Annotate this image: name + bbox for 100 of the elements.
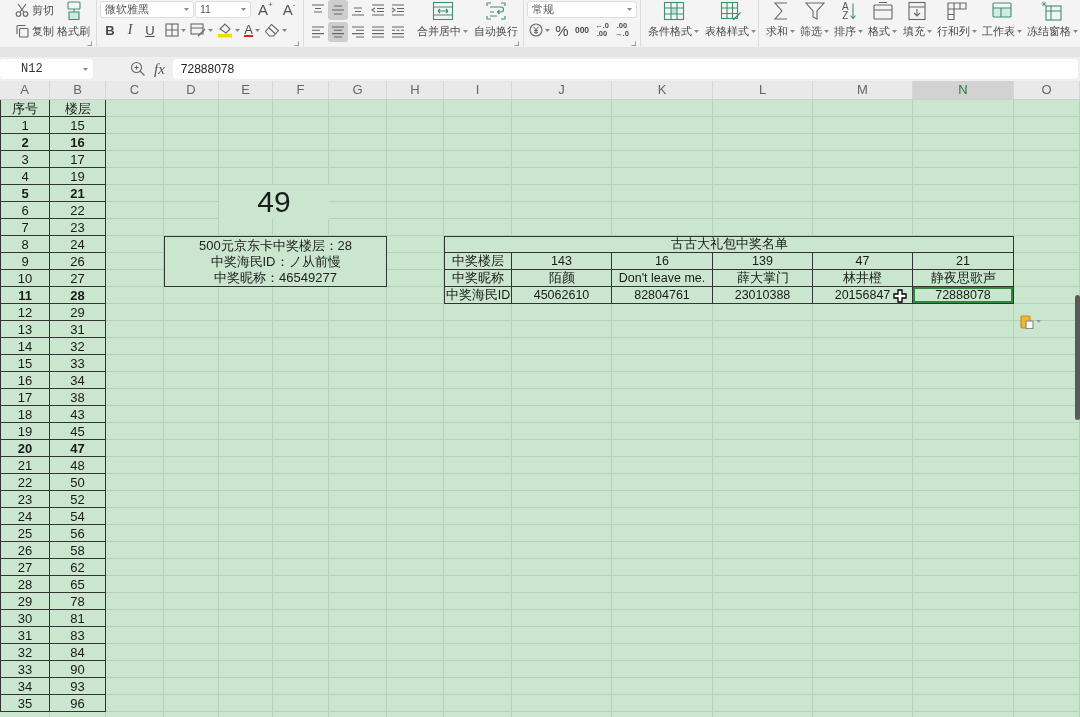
table-cell: 81	[50, 610, 106, 627]
cursor-icon	[893, 289, 907, 303]
table-cell: 56	[50, 525, 106, 542]
table-cell: 4	[0, 168, 50, 185]
merge-center-button[interactable]: 合并居中	[414, 0, 471, 41]
table-cell: 78	[50, 593, 106, 610]
align-middle-icon	[331, 4, 345, 16]
freeze-panes-icon	[1041, 1, 1064, 21]
table-cell: 静夜思歌声	[913, 270, 1014, 287]
table-cell: 1	[0, 117, 50, 134]
column-header[interactable]: I	[444, 81, 512, 99]
table-cell: 15	[0, 355, 50, 372]
table-cell: 21	[50, 185, 106, 202]
table-cell: 45062610	[512, 287, 612, 304]
font-size-field[interactable]: 11	[195, 1, 251, 18]
column-header[interactable]: J	[512, 81, 612, 99]
table-cell: 33	[50, 355, 106, 372]
table-cell: 50	[50, 474, 106, 491]
table-cell: 20156847	[813, 287, 913, 304]
table-cell: 26	[0, 542, 50, 559]
bold-button[interactable]: B	[100, 20, 120, 40]
table-cell: 22	[0, 474, 50, 491]
paint-bucket-icon	[217, 22, 233, 38]
borders-button[interactable]	[163, 20, 188, 40]
table-cell: 62	[50, 559, 106, 576]
column-header[interactable]: G	[329, 81, 387, 99]
table-cell: 19	[50, 168, 106, 185]
table-cell: 34	[0, 678, 50, 695]
paste-options-button[interactable]	[1020, 313, 1041, 329]
currency-button[interactable]	[527, 20, 552, 40]
column-header[interactable]: E	[219, 81, 273, 99]
table-style-button[interactable]: 表格样式	[702, 0, 759, 41]
column-header[interactable]: B	[50, 81, 106, 99]
align-center-button[interactable]	[328, 22, 348, 42]
down-arrow-icon	[849, 3, 856, 19]
table-cell: 24	[50, 236, 106, 253]
format-button[interactable]: 格式	[867, 0, 899, 41]
table-cell: 17	[0, 389, 50, 406]
column-header[interactable]: N	[913, 81, 1014, 99]
table-cell: 83	[50, 627, 106, 644]
table-cell: 33	[0, 661, 50, 678]
table-cell: 20	[0, 440, 50, 457]
name-box[interactable]: N12	[0, 59, 93, 79]
table-cell: 65	[50, 576, 106, 593]
format-painter-button[interactable]: 格式刷	[56, 0, 91, 41]
number-format-field[interactable]: 常规	[527, 1, 637, 18]
wrap-text-button[interactable]: 自动换行	[471, 0, 521, 41]
table-cell: 21	[913, 253, 1014, 270]
table-cell: 10	[0, 270, 50, 287]
row-heading: 中奖昵称	[444, 270, 512, 287]
caret-icon	[241, 8, 246, 11]
column-header[interactable]: C	[106, 81, 164, 99]
column-header[interactable]: F	[273, 81, 329, 99]
shrink-font-button[interactable]: A$^{-}$	[279, 1, 299, 17]
font-color-button[interactable]: A	[242, 20, 262, 40]
zoom-icon	[130, 61, 146, 77]
header-cell: 楼层	[50, 100, 106, 117]
font-name-field[interactable]: 微软雅黑	[100, 1, 194, 18]
copy-button[interactable]: 复制	[13, 21, 56, 41]
currency-icon	[529, 23, 543, 37]
function-button[interactable]: fx	[154, 61, 165, 77]
table-cell: 8	[0, 236, 50, 253]
freeze-panes-button[interactable]: 冻结窗格	[1026, 0, 1079, 41]
formula-field[interactable]: 72888078	[172, 59, 1078, 79]
column-header[interactable]: A	[0, 81, 50, 99]
column-header[interactable]: L	[713, 81, 813, 99]
conditional-format-button[interactable]: 条件格式	[645, 0, 702, 41]
scrollbar-thumb[interactable]	[1075, 295, 1080, 420]
filter-button[interactable]: 筛选	[799, 0, 831, 41]
fill-button[interactable]: 填充	[901, 0, 933, 41]
table-cell: 29	[50, 304, 106, 321]
table-cell: 30	[0, 610, 50, 627]
table-cell: 3	[0, 151, 50, 168]
align-left-icon	[311, 26, 325, 38]
table-cell: 24	[0, 508, 50, 525]
thousands-button[interactable]: 000	[572, 20, 592, 40]
borders-icon	[165, 23, 179, 37]
rows-columns-button[interactable]: 行和列	[935, 0, 978, 41]
table-cell: Don't leave me.	[612, 270, 713, 287]
percent-button[interactable]: %	[552, 20, 572, 40]
table-cell: 52	[50, 491, 106, 508]
column-header[interactable]: O	[1014, 81, 1080, 99]
table-title: 古古大礼包中奖名单	[444, 236, 1014, 253]
column-header[interactable]: K	[612, 81, 713, 99]
sum-button[interactable]: 求和	[765, 0, 796, 41]
worksheet-icon	[990, 1, 1013, 21]
worksheet-button[interactable]: 工作表	[980, 0, 1023, 41]
sort-button[interactable]: A Z 排序	[833, 0, 865, 41]
cut-button[interactable]: 剪切	[13, 0, 56, 20]
italic-button[interactable]: I	[120, 20, 140, 40]
caret-icon	[627, 8, 632, 11]
info-text: 中奖海民ID：ノ从前慢	[209, 253, 342, 270]
table-cell: 90	[50, 661, 106, 678]
table-cell: 2	[0, 134, 50, 151]
grow-font-button[interactable]: A$^{+}$	[255, 1, 276, 17]
caret-icon	[83, 67, 88, 71]
table-cell: 27	[0, 559, 50, 576]
column-header[interactable]: H	[387, 81, 444, 99]
underline-button[interactable]: U	[140, 20, 160, 40]
column-header[interactable]: D	[164, 81, 219, 99]
